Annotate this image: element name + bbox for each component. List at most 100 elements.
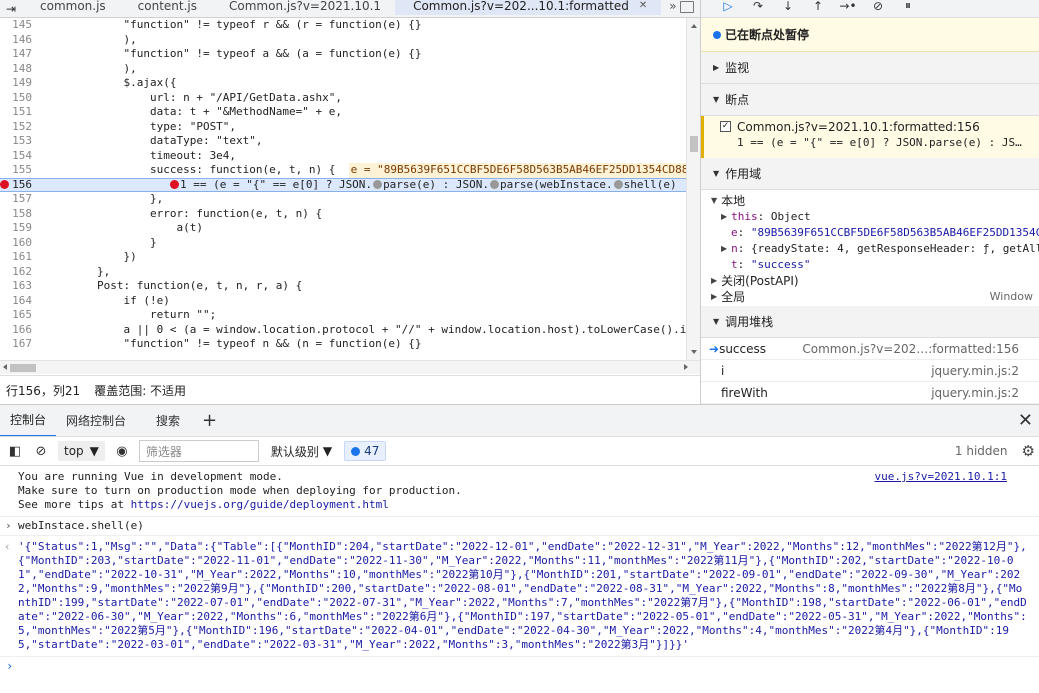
scope-var[interactable]: t: "success" — [701, 256, 1039, 272]
scroll-thumb[interactable] — [690, 136, 698, 152]
call-stack-frame[interactable]: i jquery.min.js:2 — [701, 360, 1039, 382]
code-line[interactable]: 166 a || 0 < (a = window.location.protoc… — [0, 323, 686, 338]
code-line[interactable]: 165 return ""; — [0, 308, 686, 323]
code-line[interactable]: 154 timeout: 3e4, — [0, 149, 686, 164]
message-source-link[interactable]: vue.js?v=2021.10.1:1 — [875, 470, 1007, 484]
line-number[interactable]: 157 — [0, 192, 32, 207]
code-line[interactable]: 157 }, — [0, 192, 686, 207]
code-line-paused[interactable]: 156 1 == (e = "{" == e[0] ? JSON. parse(e)… — [0, 177, 686, 192]
sidebar-toggle-icon[interactable]: ◧ — [6, 442, 24, 460]
tab-network-console[interactable]: 网络控制台 — [56, 405, 136, 437]
scope-closure[interactable]: ▶ 关闭(PostAPI) — [701, 272, 1039, 288]
line-number[interactable]: 148 — [0, 62, 32, 77]
code-line[interactable]: 158 error: function(e, t, n) { — [0, 207, 686, 222]
console-filter-input[interactable]: 筛选器 — [138, 440, 259, 462]
toggle-debugger-icon[interactable] — [680, 1, 694, 13]
line-number[interactable]: 158 — [0, 207, 32, 222]
gear-icon[interactable]: ⚙ — [1022, 442, 1035, 460]
code-line[interactable]: 161 }) — [0, 250, 686, 265]
source-tab[interactable]: common.js — [22, 0, 120, 15]
tab-search[interactable]: 搜索 — [136, 405, 190, 437]
editor-horizontal-scrollbar[interactable] — [0, 360, 700, 374]
line-number[interactable]: 163 — [0, 279, 32, 294]
close-drawer-icon[interactable]: ✕ — [1018, 410, 1033, 431]
breakpoint-item[interactable]: ✓ Common.js?v=2021.10.1:formatted:156 1 … — [701, 116, 1039, 158]
code-line[interactable]: 149 $.ajax({ — [0, 76, 686, 91]
editor-vertical-scrollbar[interactable] — [686, 18, 700, 360]
source-tab[interactable]: content.js — [120, 0, 211, 15]
code-line[interactable]: 153 dataType: "text", — [0, 134, 686, 149]
scroll-right-icon[interactable] — [684, 364, 688, 370]
issues-badge[interactable]: 47 — [344, 441, 387, 461]
code-line[interactable]: 164 if (!e) — [0, 294, 686, 309]
console-result[interactable]: ‹ '{"Status":1,"Msg":"","Data":{"Table":[… — [0, 536, 1039, 657]
line-number[interactable]: 147 — [0, 47, 32, 62]
scope-local[interactable]: ▼ 本地 — [701, 192, 1039, 208]
line-number[interactable]: 154 — [0, 149, 32, 164]
scope-var[interactable]: ▶ n: {readyState: 4, getResponseHeader: ƒ… — [701, 240, 1039, 256]
code-line[interactable]: 150 url: n + "/API/GetData.ashx", — [0, 91, 686, 106]
source-tab[interactable]: Common.js?v=2021.10.1 — [211, 0, 395, 15]
breakpoint-checkbox[interactable]: ✓ — [720, 121, 731, 132]
line-number[interactable]: 153 — [0, 134, 32, 149]
source-tab-active[interactable]: Common.js?v=202...10.1:formatted ✕ — [395, 0, 662, 15]
section-call-stack[interactable]: ▼ 调用堆栈 — [701, 306, 1039, 338]
log-level-select[interactable]: 默认级别 ▼ — [267, 443, 336, 460]
code-line[interactable]: 147 "function" != typeof a && (a = funct… — [0, 47, 686, 62]
code-line[interactable]: 167 "function" != typeof n && (n = funct… — [0, 337, 686, 352]
line-number[interactable]: 149 — [0, 76, 32, 91]
line-number[interactable]: 151 — [0, 105, 32, 120]
code-line[interactable]: 148 ), — [0, 62, 686, 77]
line-number[interactable]: 165 — [0, 308, 32, 323]
clear-console-icon[interactable]: ⊘ — [32, 442, 50, 460]
call-stack-frame[interactable]: fireWith jquery.min.js:2 — [701, 382, 1039, 404]
resume-icon[interactable]: ▷ — [713, 0, 743, 15]
scroll-up-icon[interactable] — [691, 24, 697, 28]
call-stack-frame[interactable]: ➜ success Common.js?v=202…:formatted:156 — [701, 338, 1039, 360]
toggle-navigator-icon[interactable]: ⇥ — [0, 0, 22, 17]
step-out-icon[interactable]: ↑ — [803, 0, 833, 15]
line-number[interactable]: 155 — [0, 163, 32, 178]
line-number[interactable]: 159 — [0, 221, 32, 236]
line-number[interactable]: 160 — [0, 236, 32, 251]
line-number[interactable]: 164 — [0, 294, 32, 309]
code-line[interactable]: 146 ), — [0, 33, 686, 48]
line-number[interactable]: 150 — [0, 91, 32, 106]
deactivate-breakpoints-icon[interactable]: ⊘ — [863, 0, 893, 15]
step-into-icon[interactable]: ↓ — [773, 0, 803, 15]
code-line[interactable]: 162 }, — [0, 265, 686, 280]
line-number[interactable]: 167 — [0, 337, 32, 352]
scroll-down-icon[interactable] — [691, 350, 697, 354]
scroll-left-icon[interactable] — [3, 364, 7, 370]
close-tab-icon[interactable]: ✕ — [639, 0, 647, 11]
line-number[interactable]: 146 — [0, 33, 32, 48]
live-expression-eye-icon[interactable]: ◉ — [113, 442, 131, 460]
scope-var[interactable]: ▶ this: Object — [701, 208, 1039, 224]
code-line[interactable]: 152 type: "POST", — [0, 120, 686, 135]
code-line[interactable]: 145 "function" != typeof r && (r = funct… — [0, 18, 686, 33]
code-editor[interactable]: 145 "function" != typeof r && (r = funct… — [0, 18, 686, 360]
section-breakpoints[interactable]: ▼ 断点 — [701, 84, 1039, 116]
line-number[interactable]: 162 — [0, 265, 32, 280]
step-over-icon[interactable]: ↷ — [743, 0, 773, 15]
console-output[interactable]: You are running Vue in development mode.… — [0, 466, 1039, 693]
line-number[interactable]: 152 — [0, 120, 32, 135]
inline-breakpoint-icon[interactable] — [613, 180, 623, 189]
scroll-thumb[interactable] — [10, 364, 36, 372]
section-watch[interactable]: ▶ 监视 — [701, 52, 1039, 84]
code-line[interactable]: 163 Post: function(e, t, n, r, a) { — [0, 279, 686, 294]
code-line[interactable]: 160 } — [0, 236, 686, 251]
section-scope[interactable]: ▼ 作用域 — [701, 158, 1039, 190]
code-line[interactable]: 159 a(t) — [0, 221, 686, 236]
context-select[interactable]: top ▼ — [58, 441, 105, 461]
console-prompt[interactable]: › — [0, 657, 1039, 675]
scope-var[interactable]: e: "89B5639F651CCBF5DE6F58D563B5AB46EF25… — [701, 224, 1039, 240]
inline-breakpoint-icon[interactable] — [170, 180, 179, 189]
inline-breakpoint-icon[interactable] — [490, 180, 500, 189]
vue-docs-link[interactable]: https://vuejs.org/guide/deployment.html — [131, 498, 389, 511]
scope-global[interactable]: ▶ 全局 Window — [701, 288, 1039, 304]
step-icon[interactable]: →• — [833, 0, 863, 15]
line-number[interactable]: 145 — [0, 18, 32, 33]
code-line[interactable]: 151 data: t + "&MethodName=" + e, — [0, 105, 686, 120]
code-line[interactable]: 155 success: function(e, t, n) { e = "89… — [0, 163, 686, 178]
